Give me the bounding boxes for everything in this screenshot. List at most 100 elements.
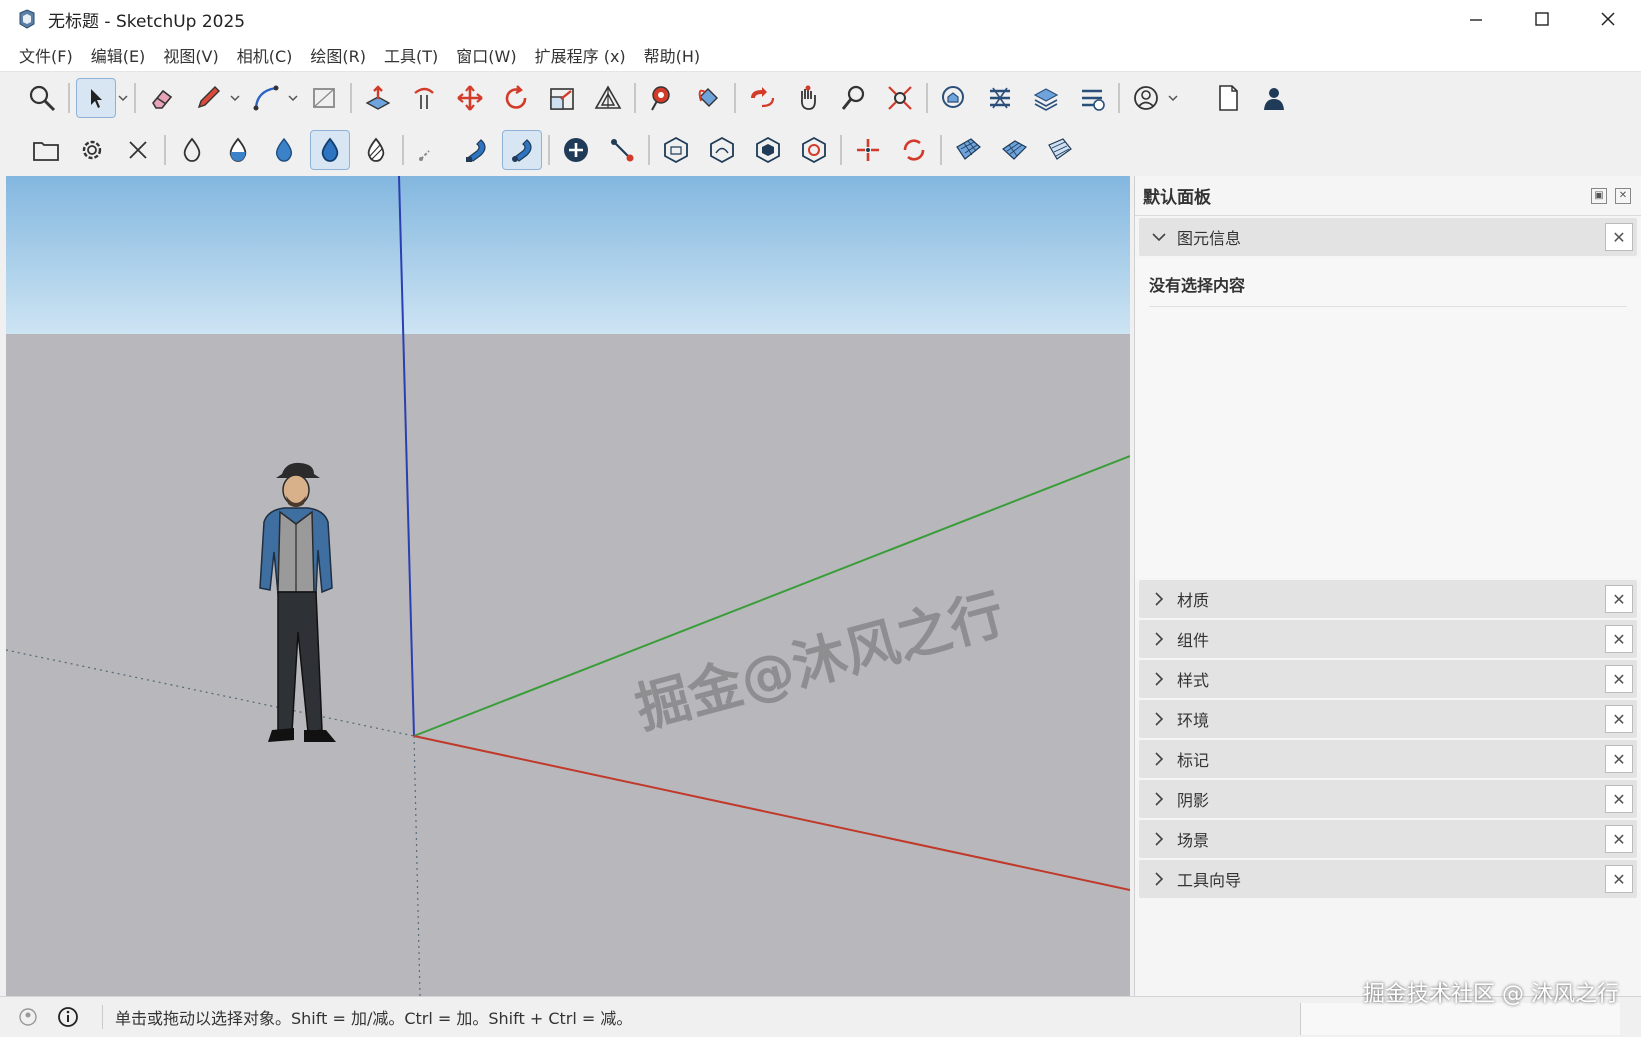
snap-active-button[interactable] <box>502 130 542 170</box>
chevron-down-icon <box>230 95 240 102</box>
move-tool-button[interactable] <box>450 78 490 118</box>
arc-dropdown[interactable] <box>288 78 298 118</box>
follow-me-tool-button[interactable] <box>404 78 444 118</box>
menu-view[interactable]: 视图(V) <box>154 39 227 71</box>
tray-close-button[interactable]: ✕ <box>1605 825 1633 853</box>
layers-button[interactable] <box>1026 78 1066 118</box>
3d-warehouse-button[interactable] <box>934 78 974 118</box>
paint-bucket-tool-button[interactable] <box>688 78 728 118</box>
pencil-icon <box>197 86 220 109</box>
line-dropdown[interactable] <box>230 78 240 118</box>
drop-half-icon <box>229 137 247 162</box>
menu-camera[interactable]: 相机(C) <box>228 39 302 71</box>
drop-selected-icon <box>321 137 339 162</box>
offset-tool-button[interactable] <box>588 78 628 118</box>
flip-rotate-button[interactable] <box>894 130 934 170</box>
back-edges-style-button[interactable] <box>218 130 258 170</box>
account-button[interactable] <box>1126 78 1166 118</box>
toolbar-separator <box>940 135 942 165</box>
close-window-button[interactable] <box>1575 0 1641 38</box>
orbit-icon <box>751 87 775 108</box>
menu-extensions[interactable]: 扩展程序 (x) <box>526 39 635 71</box>
minimize-button[interactable] <box>1443 0 1509 38</box>
tray-materials[interactable]: 材质 ✕ <box>1139 580 1637 618</box>
tray-scenes[interactable]: 场景 ✕ <box>1139 820 1637 858</box>
menu-edit[interactable]: 编辑(E) <box>82 39 155 71</box>
sandbox-from-contours-button[interactable] <box>948 130 988 170</box>
tray-close-button[interactable]: ✕ <box>1605 745 1633 773</box>
folder-icon <box>33 142 59 161</box>
menu-draw[interactable]: 绘图(R) <box>301 39 375 71</box>
tray-shadows[interactable]: 阴影 ✕ <box>1139 780 1637 818</box>
tray-components[interactable]: 组件 ✕ <box>1139 620 1637 658</box>
menu-window[interactable]: 窗口(W) <box>447 39 525 71</box>
tray-entity-info[interactable]: 图元信息 ✕ <box>1139 218 1637 256</box>
solid-union-button[interactable] <box>702 130 742 170</box>
xray-style-button[interactable] <box>172 130 212 170</box>
tray-close-button[interactable]: ✕ <box>1605 665 1633 693</box>
monochrome-style-button[interactable] <box>356 130 396 170</box>
extension-warehouse-button[interactable] <box>980 78 1020 118</box>
search-tool-button[interactable] <box>22 78 62 118</box>
rotate-tool-button[interactable] <box>496 78 536 118</box>
solid-intersect-button[interactable] <box>748 130 788 170</box>
profile-button[interactable] <box>1254 78 1294 118</box>
scale-tool-button[interactable] <box>542 78 582 118</box>
shape-tool-button[interactable] <box>304 78 344 118</box>
tray-label: 样式 <box>1177 671 1210 690</box>
push-pull-tool-button[interactable] <box>358 78 398 118</box>
tray-tags[interactable]: 标记 ✕ <box>1139 740 1637 778</box>
info-icon[interactable] <box>56 1005 80 1029</box>
explode-button[interactable] <box>848 130 888 170</box>
settings-button[interactable] <box>72 130 112 170</box>
tape-measure-tool-button[interactable] <box>642 78 682 118</box>
new-file-button[interactable] <box>1208 78 1248 118</box>
select-tool-button[interactable] <box>76 78 116 118</box>
line-tool-button[interactable] <box>188 78 228 118</box>
menu-file[interactable]: 文件(F) <box>10 39 82 71</box>
open-folder-button[interactable] <box>26 130 66 170</box>
tray-close-button[interactable]: ✕ <box>1605 585 1633 613</box>
tray-close-button[interactable]: ✕ <box>1605 705 1633 733</box>
snap-off-button[interactable] <box>410 130 450 170</box>
snap-button[interactable] <box>456 130 496 170</box>
tray-close-button[interactable]: ✕ <box>1605 223 1633 251</box>
zoom-extents-tool-button[interactable] <box>880 78 920 118</box>
tray-instructor[interactable]: 工具向导 ✕ <box>1139 860 1637 898</box>
shaded-style-button[interactable] <box>264 130 304 170</box>
extension-manager-button[interactable] <box>1072 78 1112 118</box>
select-dropdown[interactable] <box>118 78 128 118</box>
menu-bar: 文件(F) 编辑(E) 视图(V) 相机(C) 绘图(R) 工具(T) 窗口(W… <box>0 38 1641 72</box>
close-model-button[interactable] <box>118 130 158 170</box>
orbit-tool-button[interactable] <box>742 78 782 118</box>
paint-bucket-icon <box>698 88 718 107</box>
geo-location-icon[interactable] <box>16 1005 40 1029</box>
solid-outer-shell-button[interactable] <box>656 130 696 170</box>
sandbox-from-scratch-button[interactable] <box>994 130 1034 170</box>
zoom-tool-button[interactable] <box>834 78 874 118</box>
menu-help[interactable]: 帮助(H) <box>635 39 710 71</box>
tray-styles[interactable]: 样式 ✕ <box>1139 660 1637 698</box>
tray-close-button[interactable]: ✕ <box>1605 625 1633 653</box>
arc-tool-button[interactable] <box>246 78 286 118</box>
close-panel-icon[interactable]: ✕ <box>1615 187 1631 204</box>
connect-button[interactable] <box>602 130 642 170</box>
menu-tools[interactable]: 工具(T) <box>375 39 447 71</box>
terrain-grid-icon <box>956 138 981 160</box>
entity-info-body: 没有选择内容 <box>1135 258 1641 578</box>
eraser-tool-button[interactable] <box>142 78 182 118</box>
tray-close-button[interactable]: ✕ <box>1605 865 1633 893</box>
pin-panel-icon[interactable]: ▣ <box>1591 187 1607 204</box>
textured-style-button[interactable] <box>310 130 350 170</box>
smoove-button[interactable] <box>1040 130 1080 170</box>
model-viewport[interactable]: 掘金@沐风之行 <box>6 176 1130 996</box>
tray-environment[interactable]: 环境 ✕ <box>1139 700 1637 738</box>
account-dropdown[interactable] <box>1168 78 1178 118</box>
solid-subtract-button[interactable] <box>794 130 834 170</box>
pan-tool-button[interactable] <box>788 78 828 118</box>
add-button[interactable] <box>556 130 596 170</box>
terrain-smooth-icon <box>1048 138 1072 160</box>
maximize-button[interactable] <box>1509 0 1575 38</box>
tray-close-button[interactable]: ✕ <box>1605 785 1633 813</box>
chevron-down-icon <box>288 95 298 102</box>
